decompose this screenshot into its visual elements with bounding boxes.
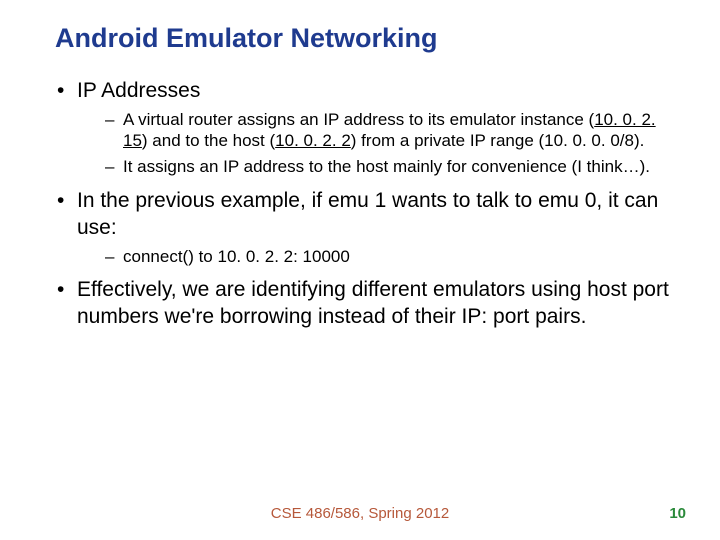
slide-title: Android Emulator Networking [55,22,670,56]
footer-course: CSE 486/586, Spring 2012 [0,505,720,522]
bullet-text: In the previous example, if emu 1 wants … [77,189,658,239]
sub-list: A virtual router assigns an IP address t… [77,109,670,178]
bullet-list: IP Addresses A virtual router assigns an… [55,78,670,331]
text-part: ) and to the host ( [142,131,275,150]
text-part: It assigns an IP address to the host mai… [123,157,650,176]
ip-host: 10. 0. 2. 2 [275,131,351,150]
bullet-previous-example: In the previous example, if emu 1 wants … [55,188,670,268]
sub-bullet-connect: connect() to 10. 0. 2. 2: 10000 [105,246,670,268]
text-part: A virtual router assigns an IP address t… [123,110,594,129]
sub-bullet-convenience: It assigns an IP address to the host mai… [105,156,670,178]
text-part: ) from a private IP range (10. 0. 0. 0/8… [351,131,645,150]
bullet-text: IP Addresses [77,79,200,102]
bullet-text: Effectively, we are identifying differen… [77,278,669,328]
sub-bullet-router: A virtual router assigns an IP address t… [105,109,670,153]
sub-list: connect() to 10. 0. 2. 2: 10000 [77,246,670,268]
slide: Android Emulator Networking IP Addresses… [0,0,720,540]
text-part: connect() to 10. 0. 2. 2: 10000 [123,247,350,266]
page-number: 10 [669,505,686,522]
bullet-effectively: Effectively, we are identifying differen… [55,277,670,331]
bullet-ip-addresses: IP Addresses A virtual router assigns an… [55,78,670,178]
